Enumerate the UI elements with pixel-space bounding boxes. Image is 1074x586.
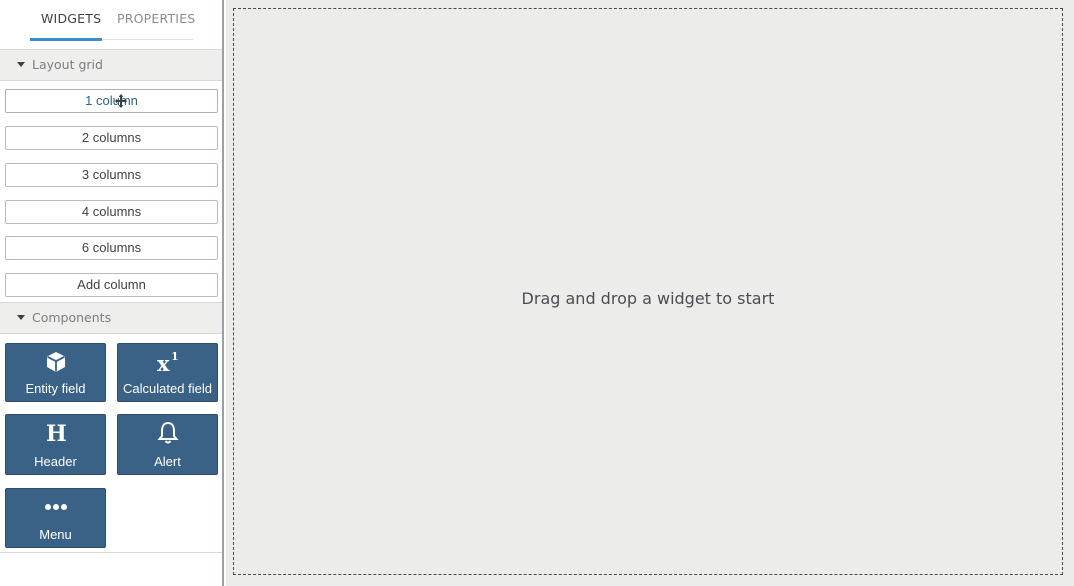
entity-field-label: Entity field: [25, 381, 86, 396]
two-columns-button[interactable]: 2 columns: [5, 126, 218, 150]
design-canvas: Drag and drop a widget to start: [226, 0, 1074, 586]
svg-text:x: x: [157, 351, 170, 374]
header-widget[interactable]: H Header: [5, 414, 106, 475]
tab-widgets[interactable]: WIDGETS: [41, 11, 101, 26]
calculated-field-widget[interactable]: x 1 Calculated field: [117, 343, 218, 402]
drop-hint-text: Drag and drop a widget to start: [521, 289, 775, 308]
alert-widget[interactable]: Alert: [117, 414, 218, 475]
svg-text:1: 1: [171, 350, 179, 363]
form-designer: WIDGETS PROPERTIES Layout grid 1 column …: [0, 0, 1074, 586]
sidebar: WIDGETS PROPERTIES Layout grid 1 column …: [0, 0, 224, 586]
layout-grid-section-header[interactable]: Layout grid: [0, 49, 222, 81]
menu-widget[interactable]: Menu: [5, 488, 106, 548]
cube-icon: [6, 350, 105, 374]
menu-label: Menu: [39, 527, 72, 542]
components-section-header[interactable]: Components: [0, 302, 222, 334]
tab-properties[interactable]: PROPERTIES: [117, 11, 195, 26]
components-title: Components: [32, 310, 112, 325]
caret-down-icon: [17, 62, 25, 67]
three-columns-button[interactable]: 3 columns: [5, 163, 218, 187]
ellipsis-icon: [6, 495, 105, 519]
add-column-button[interactable]: Add column: [5, 273, 218, 297]
active-tab-indicator: [30, 38, 102, 41]
alert-label: Alert: [154, 454, 181, 469]
svg-text:H: H: [46, 422, 67, 444]
sidebar-tabs: WIDGETS PROPERTIES: [0, 0, 224, 44]
bell-icon: [118, 421, 217, 445]
four-columns-button[interactable]: 4 columns: [5, 200, 218, 224]
caret-down-icon: [17, 315, 25, 320]
heading-h-icon: H: [6, 421, 105, 445]
layout-grid-title: Layout grid: [32, 57, 103, 72]
calculated-field-label: Calculated field: [123, 381, 212, 396]
one-column-button[interactable]: 1 column: [5, 89, 218, 113]
header-label: Header: [34, 454, 77, 469]
entity-field-widget[interactable]: Entity field: [5, 343, 106, 402]
sidebar-divider: [0, 552, 222, 553]
widget-drop-zone[interactable]: Drag and drop a widget to start: [233, 8, 1063, 575]
six-columns-button[interactable]: 6 columns: [5, 236, 218, 260]
superscript-x-icon: x 1: [118, 350, 217, 374]
